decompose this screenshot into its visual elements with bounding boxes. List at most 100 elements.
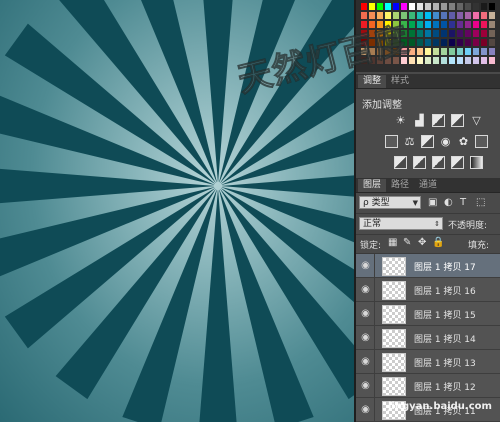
color-swatch[interactable]: [377, 3, 383, 10]
color-swatch[interactable]: [481, 30, 487, 37]
color-swatch[interactable]: [369, 48, 375, 55]
color-swatch[interactable]: [377, 48, 383, 55]
color-swatch[interactable]: [385, 3, 391, 10]
color-swatch[interactable]: [465, 48, 471, 55]
layer-row[interactable]: ◉ 图层 1 拷贝 13: [356, 350, 500, 374]
color-swatch[interactable]: [457, 30, 463, 37]
color-swatch[interactable]: [489, 3, 495, 10]
color-swatch[interactable]: [489, 30, 495, 37]
color-swatch[interactable]: [401, 39, 407, 46]
color-swatch[interactable]: [417, 21, 423, 28]
color-swatch[interactable]: [433, 21, 439, 28]
color-swatch[interactable]: [441, 39, 447, 46]
color-swatch[interactable]: [361, 3, 367, 10]
color-swatch[interactable]: [449, 39, 455, 46]
color-swatch[interactable]: [425, 48, 431, 55]
invert-icon[interactable]: [394, 156, 407, 169]
color-swatch[interactable]: [433, 3, 439, 10]
color-swatch[interactable]: [393, 57, 399, 64]
lock-transparent-icon[interactable]: ▦: [388, 236, 397, 250]
color-swatch[interactable]: [369, 21, 375, 28]
color-swatch[interactable]: [441, 30, 447, 37]
color-swatch[interactable]: [433, 30, 439, 37]
color-swatch[interactable]: [441, 48, 447, 55]
document-canvas[interactable]: [0, 0, 354, 422]
exposure-icon[interactable]: [451, 114, 464, 127]
color-swatch[interactable]: [465, 21, 471, 28]
lock-all-icon[interactable]: 🔒: [432, 236, 444, 250]
color-swatch[interactable]: [425, 39, 431, 46]
eye-icon[interactable]: ◉: [360, 308, 371, 319]
color-swatch[interactable]: [361, 39, 367, 46]
layer-row[interactable]: ◉ 图层 1 拷贝 17: [356, 254, 500, 278]
tab-channels[interactable]: 通道: [414, 179, 442, 192]
color-lookup-icon[interactable]: [475, 135, 488, 148]
color-swatch[interactable]: [361, 48, 367, 55]
color-swatch[interactable]: [393, 21, 399, 28]
color-swatch[interactable]: [433, 48, 439, 55]
color-swatch[interactable]: [377, 57, 383, 64]
color-swatch[interactable]: [385, 12, 391, 19]
color-swatch[interactable]: [465, 57, 471, 64]
color-swatch[interactable]: [465, 3, 471, 10]
color-swatch[interactable]: [425, 3, 431, 10]
layer-row[interactable]: ◉ 图层 1 拷贝 14: [356, 326, 500, 350]
color-swatch[interactable]: [377, 39, 383, 46]
color-swatch[interactable]: [489, 39, 495, 46]
color-swatch[interactable]: [449, 21, 455, 28]
tab-styles[interactable]: 样式: [386, 75, 414, 88]
color-swatch[interactable]: [441, 3, 447, 10]
color-swatch[interactable]: [409, 48, 415, 55]
color-swatch[interactable]: [425, 57, 431, 64]
color-swatch[interactable]: [449, 3, 455, 10]
color-swatch[interactable]: [449, 57, 455, 64]
hue-saturation-icon[interactable]: [385, 135, 398, 148]
pixel-filter-icon[interactable]: ▣: [428, 196, 437, 210]
color-swatch[interactable]: [473, 48, 479, 55]
color-swatch[interactable]: [401, 48, 407, 55]
lock-pixels-brush-icon[interactable]: ✎: [403, 236, 411, 250]
color-swatch[interactable]: [473, 30, 479, 37]
color-swatch[interactable]: [481, 21, 487, 28]
layer-row[interactable]: ◉ 图层 1 拷贝 11: [356, 398, 500, 422]
layer-row[interactable]: ◉ 图层 1 拷贝 15: [356, 302, 500, 326]
selective-color-icon[interactable]: [451, 156, 464, 169]
color-swatch[interactable]: [449, 30, 455, 37]
tab-adjustments[interactable]: 调整: [358, 75, 387, 88]
color-swatch[interactable]: [465, 39, 471, 46]
photo-filter-icon[interactable]: ◉: [439, 135, 452, 148]
layer-kind-filter[interactable]: ρ 类型 ▼: [359, 196, 421, 209]
vibrance-icon[interactable]: ▽: [470, 114, 483, 127]
color-swatch[interactable]: [433, 57, 439, 64]
color-swatch[interactable]: [481, 57, 487, 64]
color-swatch[interactable]: [385, 39, 391, 46]
black-white-icon[interactable]: [421, 135, 434, 148]
color-swatch[interactable]: [481, 3, 487, 10]
color-swatch[interactable]: [361, 21, 367, 28]
color-swatch[interactable]: [441, 57, 447, 64]
tab-paths[interactable]: 路径: [386, 179, 414, 192]
color-swatch[interactable]: [409, 3, 415, 10]
color-swatch[interactable]: [489, 57, 495, 64]
lock-position-move-icon[interactable]: ✥: [418, 236, 426, 250]
color-swatch[interactable]: [489, 12, 495, 19]
color-balance-icon[interactable]: ⚖: [403, 135, 416, 148]
color-swatch[interactable]: [377, 21, 383, 28]
blend-mode-select[interactable]: 正常 ⇕: [359, 217, 443, 230]
color-swatch[interactable]: [465, 12, 471, 19]
color-swatch[interactable]: [401, 3, 407, 10]
color-swatch[interactable]: [361, 57, 367, 64]
color-swatch[interactable]: [369, 30, 375, 37]
eye-icon[interactable]: ◉: [360, 284, 371, 295]
gradient-map-icon[interactable]: [470, 156, 483, 169]
color-swatch[interactable]: [369, 12, 375, 19]
color-swatch[interactable]: [393, 48, 399, 55]
color-swatch[interactable]: [417, 30, 423, 37]
color-swatch[interactable]: [481, 12, 487, 19]
color-swatch[interactable]: [377, 30, 383, 37]
color-swatch[interactable]: [465, 30, 471, 37]
channel-mixer-icon[interactable]: ✿: [457, 135, 470, 148]
color-swatch[interactable]: [369, 3, 375, 10]
color-swatch[interactable]: [409, 30, 415, 37]
color-swatch[interactable]: [457, 12, 463, 19]
